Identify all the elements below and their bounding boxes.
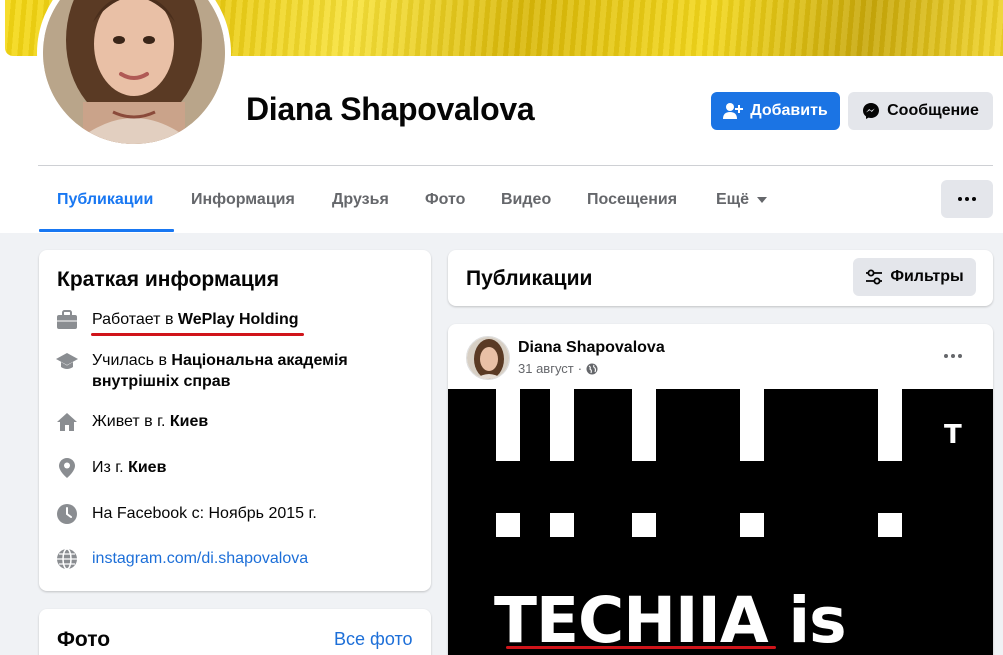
tab-videos-label: Видео [501,191,552,208]
intro-from: Из г. Киев [56,457,166,479]
location-pin-icon [56,457,78,479]
intro-joined-text: На Facebook с: Ноябрь 2015 г. [92,505,317,522]
intro-education-text: Училась в Національна академія внутрішніх… [92,350,348,392]
intro-lives-prefix: Живет в г. [92,413,170,430]
photos-card: Фото Все фото [39,609,431,655]
message-button[interactable]: Сообщение [848,92,993,130]
tab-friends[interactable]: Друзья [332,187,389,213]
image-bar [878,389,902,461]
post-meta-separator: · [577,361,583,376]
post-dots-icon [958,354,962,358]
more-dots-icon [958,197,962,201]
post-author-avatar[interactable] [466,336,510,380]
image-bar [740,389,764,461]
more-options-button[interactable] [941,180,993,218]
add-friend-icon [723,103,744,119]
image-square [632,513,656,537]
header-divider [38,165,993,166]
tab-more-label: Ещё [716,191,750,208]
image-square [496,513,520,537]
filter-label: Фильтры [890,268,964,285]
intro-card: Краткая информация Работает в WePlay Hol… [39,250,431,591]
tab-posts[interactable]: Публикации [57,187,153,213]
photos-title: Фото [57,628,111,651]
intro-work-text: Работает в WePlay Holding [92,309,299,330]
intro-education-prefix: Училась в [92,352,172,369]
tab-about-label: Информация [191,191,295,208]
intro-website: instagram.com/di.shapovalova [56,548,308,570]
tab-photos[interactable]: Фото [425,187,465,213]
post-card: Diana Shapovalova 31 август · T TECHIIA … [448,324,993,655]
intro-lives-city[interactable]: Киев [170,413,208,430]
intro-education-place-line1[interactable]: Національна академія [171,352,347,369]
intro-work-place-link[interactable]: WePlay Holding [178,311,299,328]
posts-header-card: Публикации Фильтры [448,250,993,306]
clock-icon [56,503,78,525]
image-square [740,513,764,537]
annotation-underline [91,333,304,336]
intro-from-text: Из г. Киев [92,457,166,478]
post-options-button[interactable] [944,354,962,358]
post-dots-icon [944,354,948,358]
tab-check-ins-label: Посещения [587,191,678,208]
post-meta: 31 август · [518,361,598,376]
filter-button[interactable]: Фильтры [853,258,976,296]
all-photos-link[interactable]: Все фото [334,629,413,650]
image-square [878,513,902,537]
intro-lives: Живет в г. Киев [56,411,208,433]
add-friend-button[interactable]: Добавить [711,92,840,130]
messenger-icon [863,103,880,119]
annotation-underline [506,646,776,649]
globe-icon [56,548,78,570]
image-square [550,513,574,537]
tab-more[interactable]: Ещё [716,187,768,213]
post-image[interactable]: T TECHIIA is [448,389,993,655]
intro-website-link[interactable]: instagram.com/di.shapovalova [92,548,308,569]
post-dots-icon [951,354,955,358]
graduation-cap-icon [56,350,78,372]
briefcase-icon [56,309,78,331]
tab-photos-label: Фото [425,191,466,208]
tab-videos[interactable]: Видео [501,187,551,213]
more-dots-icon [965,197,969,201]
posts-title: Публикации [466,267,593,290]
image-headline: TECHIIA is [494,584,847,655]
intro-work-prefix: Работает в [92,311,178,328]
tab-posts-label: Публикации [57,191,154,208]
home-icon [56,411,78,433]
post-author-name[interactable]: Diana Shapovalova [518,339,665,357]
post-date[interactable]: 31 август [518,361,574,376]
profile-name: Diana Shapovalova [246,91,535,127]
intro-lives-text: Живет в г. Киев [92,411,208,432]
more-dots-icon [972,197,976,201]
caret-down-icon [757,197,768,203]
image-letter: T [944,420,962,450]
intro-joined: На Facebook с: Ноябрь 2015 г. [56,503,317,525]
tab-about[interactable]: Информация [191,187,295,213]
public-globe-icon [586,363,598,374]
intro-from-city[interactable]: Киев [128,459,166,476]
tab-friends-label: Друзья [332,191,389,208]
intro-title: Краткая информация [57,268,279,291]
image-bar [550,389,574,461]
intro-from-prefix: Из г. [92,459,129,476]
add-friend-label: Добавить [750,102,828,119]
active-tab-indicator [39,229,174,232]
tab-check-ins[interactable]: Посещения [587,187,677,213]
intro-work: Работает в WePlay Holding [56,309,299,331]
intro-education-place-line2[interactable]: внутрішніх справ [92,373,231,390]
image-bar [496,389,520,461]
filter-sliders-icon [866,269,883,285]
message-label: Сообщение [887,102,979,119]
image-bar [632,389,656,461]
intro-education: Училась в Національна академія внутрішніх… [56,350,348,392]
